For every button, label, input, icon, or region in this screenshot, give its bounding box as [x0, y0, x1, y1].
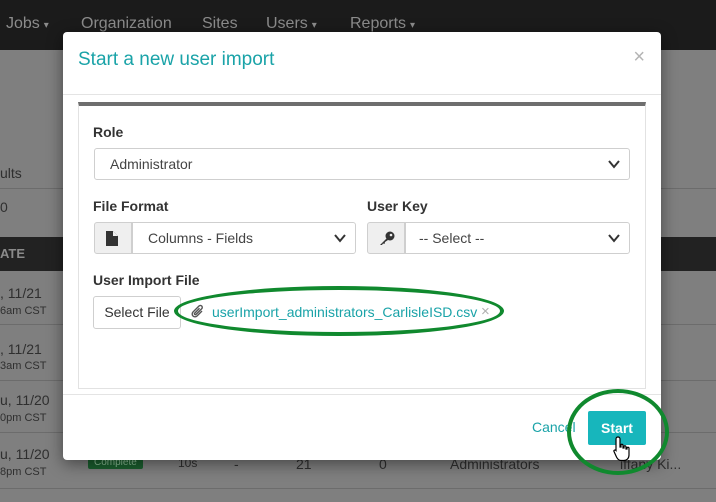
row-date: u, 11/20	[0, 392, 50, 408]
key-icon-addon	[367, 222, 405, 254]
nav-reports[interactable]: Reports ▾	[350, 15, 415, 33]
hand-cursor-icon	[613, 436, 630, 462]
row-time: 6am CST	[0, 305, 47, 317]
file-format-label: File Format	[93, 198, 169, 214]
role-value: Administrator	[110, 156, 193, 172]
chevron-down-icon	[608, 234, 620, 243]
nav-jobs[interactable]: Jobs ▾	[6, 15, 49, 33]
user-key-select[interactable]: -- Select --	[405, 222, 630, 254]
file-format-select[interactable]: Columns - Fields	[132, 222, 356, 254]
row-date: u, 11/20	[0, 446, 50, 462]
role-select[interactable]: Administrator	[94, 148, 630, 180]
row-date: , 11/21	[0, 285, 42, 301]
date-column-header: ATE	[0, 246, 26, 261]
results-count: 0	[0, 199, 8, 215]
nav-users[interactable]: Users ▾	[266, 15, 317, 33]
user-import-modal: Start a new user import × Role Administr…	[63, 32, 661, 460]
import-file-label: User Import File	[93, 272, 200, 288]
row-time: 8pm CST	[0, 466, 47, 478]
start-highlight-oval	[567, 389, 669, 475]
select-file-button[interactable]: Select File	[93, 296, 181, 329]
chevron-down-icon	[334, 234, 346, 243]
user-key-label: User Key	[367, 198, 428, 214]
row-divider	[0, 488, 716, 489]
key-icon	[380, 231, 395, 245]
file-icon	[106, 231, 118, 246]
row-time: 0pm CST	[0, 412, 47, 424]
header-divider	[63, 94, 661, 95]
close-icon[interactable]: ×	[633, 46, 645, 69]
footer-divider	[63, 394, 661, 395]
modal-title: Start a new user import	[78, 49, 275, 70]
chevron-down-icon	[608, 160, 620, 169]
row-date: , 11/21	[0, 341, 42, 357]
role-label: Role	[93, 124, 124, 140]
user-key-value: -- Select --	[419, 230, 485, 246]
file-highlight-oval	[174, 286, 504, 336]
nav-organization[interactable]: Organization	[81, 15, 172, 33]
row-time: 3am CST	[0, 360, 47, 372]
results-heading: ults	[0, 165, 22, 181]
nav-sites[interactable]: Sites	[202, 15, 238, 33]
file-format-value: Columns - Fields	[148, 230, 254, 246]
file-icon-addon	[94, 222, 132, 254]
